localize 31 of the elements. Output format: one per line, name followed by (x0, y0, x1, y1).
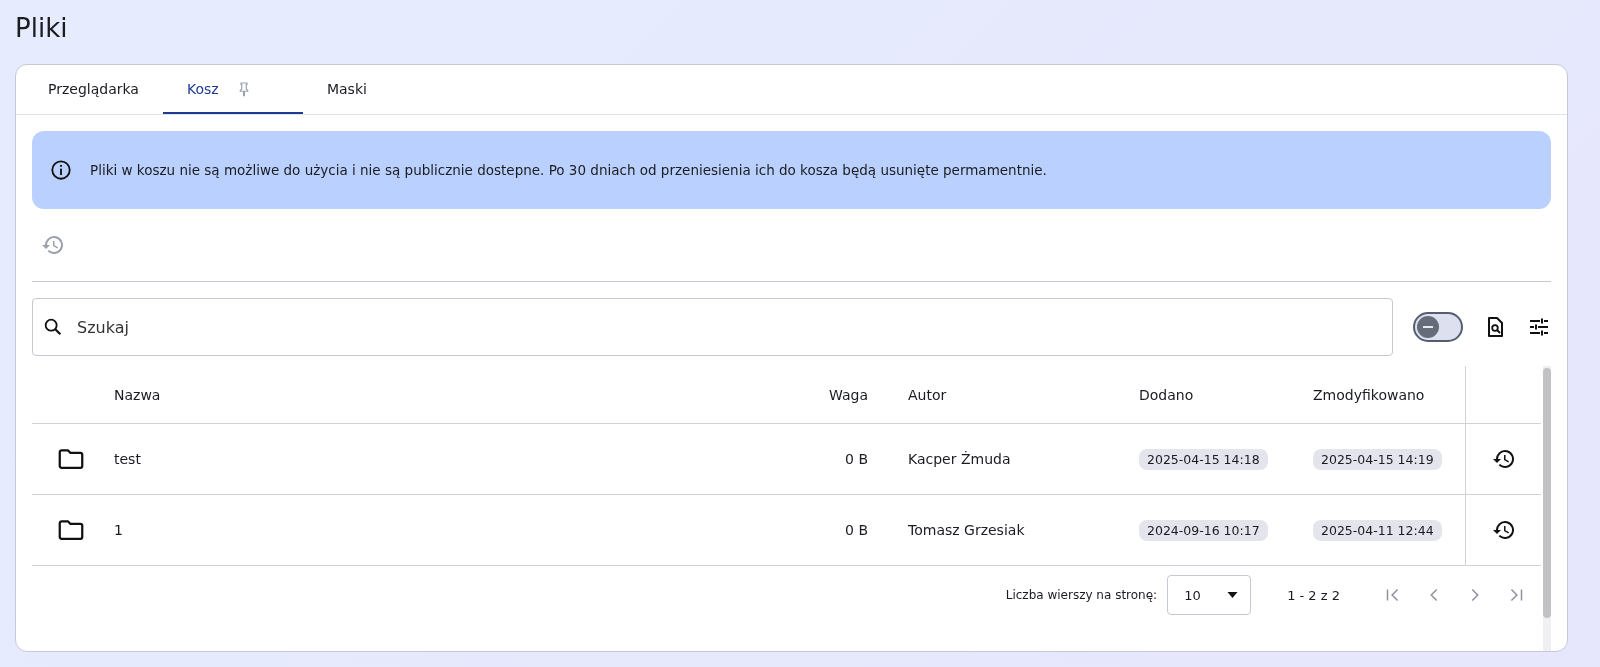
page-range: 1 - 2 z 2 (1287, 587, 1340, 603)
table-cell: test (114, 451, 141, 467)
date-chip: 2025-04-15 14:19 (1313, 448, 1442, 470)
table-cell: Tomasz Grzesiak (908, 522, 1025, 538)
info-text: Pliki w koszu nie są możliwe do użycia i nie są publicznie dostepne. Po 30 dniach od przeniesienia ich do kosza będą usunięte permamentnie. (90, 162, 1047, 178)
table-cell: Kacper Żmuda (908, 451, 1011, 467)
table-cell: 1 (114, 522, 123, 538)
toggle-switch[interactable] (1413, 312, 1463, 342)
table-cell: 0 B (845, 522, 868, 538)
search-icon (42, 316, 64, 338)
history-icon[interactable] (1491, 518, 1516, 542)
rows-per-page-label: Liczba wierszy na stronę: (1005, 588, 1158, 602)
date-chip: 2024-09-16 10:17 (1139, 519, 1268, 541)
page-title: Pliki (15, 12, 69, 45)
caret-icon (1227, 592, 1239, 598)
table-cell: 0 B (845, 451, 868, 467)
column-header[interactable]: Zmodyfikowano (1305, 366, 1465, 423)
column-header[interactable]: Autor (876, 366, 1131, 423)
column-header[interactable]: Nazwa (106, 366, 776, 423)
rows-per-page-select[interactable]: 10 (1167, 575, 1252, 615)
tab[interactable]: Kosz (162, 65, 303, 114)
tab[interactable]: Maski (302, 65, 431, 114)
scrollbar[interactable] (1543, 366, 1551, 651)
search-field[interactable]: Szukaj (32, 298, 1393, 356)
date-chip: 2025-04-11 12:44 (1313, 519, 1442, 541)
date-chip: 2025-04-15 14:18 (1139, 448, 1268, 470)
column-header[interactable]: Dodano (1131, 366, 1305, 423)
history-icon[interactable] (1491, 447, 1516, 471)
info-icon (50, 159, 72, 181)
column-header[interactable]: Waga (776, 366, 876, 423)
tab[interactable]: Przeglądarka (24, 65, 163, 114)
